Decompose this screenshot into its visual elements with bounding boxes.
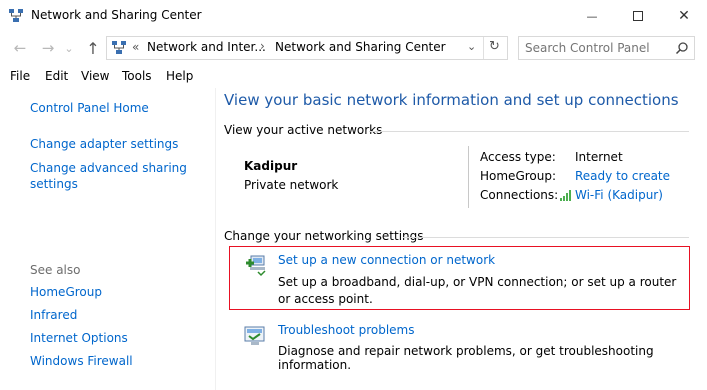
connections-label: Connections: [480, 188, 559, 202]
windows-firewall-link[interactable]: Windows Firewall [30, 354, 133, 368]
menu-tools[interactable]: Tools [122, 69, 152, 83]
refresh-icon[interactable]: ↻ [489, 39, 500, 54]
change-advanced-sharing-link[interactable]: Change advanced sharing settings [30, 160, 200, 192]
menu-edit[interactable]: Edit [45, 69, 68, 83]
window-title: Network and Sharing Center [31, 8, 202, 22]
active-networks-label: View your active networks [224, 123, 383, 137]
search-box[interactable] [518, 36, 695, 60]
recent-locations-button[interactable]: ⌄ [62, 38, 76, 58]
setup-connection-description: Set up a broadband, dial-up, or VPN conn… [278, 275, 677, 306]
address-dropdown-icon[interactable]: ⌄ [467, 40, 476, 53]
up-arrow-icon: ↑ [86, 38, 100, 58]
network-details-divider [468, 146, 469, 208]
overflow-chevron-icon[interactable]: « [132, 40, 139, 54]
search-icon[interactable] [675, 41, 689, 55]
network-name: Kadipur [244, 159, 298, 173]
breadcrumb-network-sharing-center[interactable]: Network and Sharing Center [275, 40, 446, 54]
page-heading: View your basic network information and … [224, 91, 679, 109]
setup-connection-link[interactable]: Set up a new connection or network [278, 253, 495, 267]
menu-help[interactable]: Help [166, 69, 193, 83]
minimize-button[interactable]: — [569, 0, 615, 32]
back-button[interactable]: ← [10, 38, 30, 58]
change-settings-separator [403, 237, 689, 238]
new-connection-icon [242, 253, 270, 277]
homegroup-ready-link[interactable]: Ready to create [575, 169, 670, 183]
forward-button[interactable]: → [38, 38, 58, 58]
menu-view[interactable]: View [81, 69, 109, 83]
active-networks-separator [369, 131, 689, 132]
control-panel-home-link[interactable]: Control Panel Home [30, 101, 149, 115]
troubleshoot-icon [242, 324, 268, 348]
homegroup-label: HomeGroup: [480, 169, 557, 183]
up-button[interactable]: ↑ [83, 38, 103, 58]
homegroup-link[interactable]: HomeGroup [30, 285, 102, 299]
minimize-icon: — [586, 9, 598, 23]
breadcrumb-network-internet[interactable]: Network and Inter... [147, 40, 266, 54]
wifi-connection-link[interactable]: Wi-Fi (Kadipur) [575, 188, 663, 202]
pane-divider [215, 88, 216, 390]
access-type-label: Access type: [480, 150, 556, 164]
address-bar[interactable]: « Network and Inter... › Network and Sha… [106, 36, 508, 60]
infrared-link[interactable]: Infrared [30, 308, 77, 322]
internet-options-link[interactable]: Internet Options [30, 331, 128, 345]
change-settings-label: Change your networking settings [224, 229, 424, 243]
see-also-label: See also [30, 263, 81, 277]
control-panel-icon [111, 40, 127, 56]
back-arrow-icon: ← [13, 39, 27, 57]
maximize-button[interactable] [615, 0, 661, 32]
chevron-down-icon: ⌄ [64, 41, 74, 55]
access-type-value: Internet [575, 150, 623, 164]
change-adapter-settings-link[interactable]: Change adapter settings [30, 137, 178, 151]
forward-arrow-icon: → [41, 39, 55, 57]
close-icon: ✕ [678, 8, 690, 24]
wifi-signal-icon [559, 189, 573, 202]
close-button[interactable]: ✕ [661, 0, 707, 32]
troubleshoot-link[interactable]: Troubleshoot problems [278, 323, 414, 337]
address-divider [483, 37, 484, 59]
network-center-icon [8, 8, 24, 24]
maximize-icon [633, 11, 643, 21]
breadcrumb-separator-icon[interactable]: › [260, 39, 265, 53]
menu-file[interactable]: File [10, 69, 30, 83]
network-type[interactable]: Private network [244, 178, 338, 192]
search-input[interactable] [525, 40, 670, 56]
troubleshoot-description: Diagnose and repair network problems, or… [278, 344, 654, 372]
